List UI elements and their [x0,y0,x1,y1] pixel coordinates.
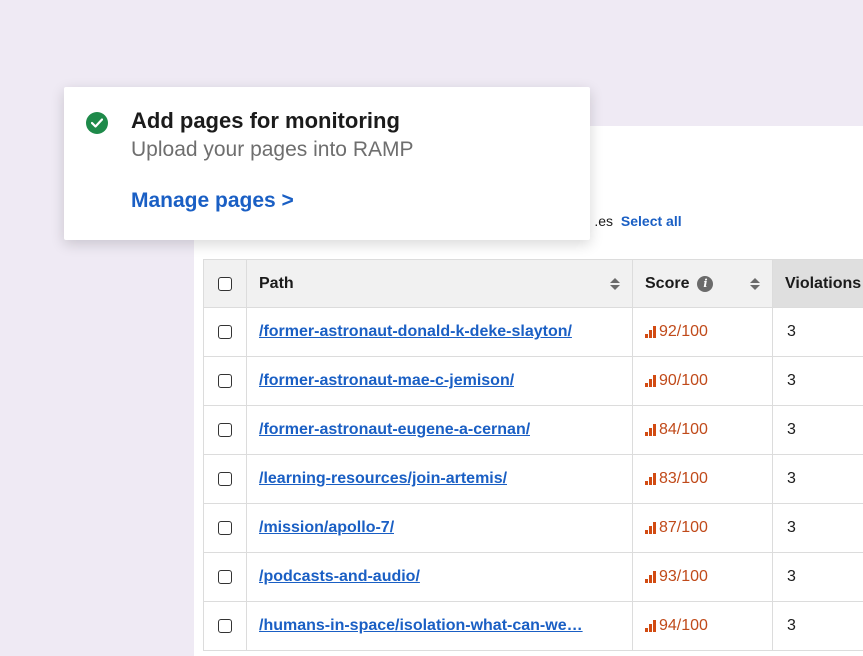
table-row: /mission/apollo-7/87/100 3 [203,503,863,553]
selection-note-text: es. [594,213,613,229]
sort-icon[interactable] [610,277,620,290]
violations-cell: 3 [772,356,863,406]
bar-chart-icon [645,473,656,485]
header-path[interactable]: Path [246,259,633,308]
path-link[interactable]: /mission/apollo-7/ [259,519,394,537]
violations-cell: 3 [772,601,863,651]
path-cell: /humans-in-space/isolation-what-can-we… [246,601,633,651]
check-circle-icon [86,112,108,134]
score-value: 90/100 [645,372,708,390]
score-text: 94/100 [659,617,708,634]
bar-chart-icon [645,375,656,387]
violations-cell: 3 [772,405,863,455]
score-text: 93/100 [659,568,708,585]
bar-chart-icon [645,522,656,534]
score-text: 92/100 [659,323,708,340]
score-value: 84/100 [645,421,708,439]
score-value: 94/100 [645,617,708,635]
table-row: /podcasts-and-audio/93/100 3 [203,552,863,602]
selection-note: es. Select all [593,213,682,229]
score-text: 90/100 [659,372,708,389]
score-text: 84/100 [659,421,708,438]
row-checkbox-cell [203,601,247,651]
row-checkbox[interactable] [218,472,232,486]
violations-cell: 3 [772,454,863,504]
path-link[interactable]: /learning-resources/join-artemis/ [259,470,507,488]
manage-pages-link[interactable]: Manage pages > [131,189,294,213]
row-checkbox[interactable] [218,521,232,535]
score-value: 93/100 [645,568,708,586]
path-link[interactable]: /humans-in-space/isolation-what-can-we… [259,617,583,635]
header-score[interactable]: Score i [632,259,773,308]
violations-count: 3 [787,519,796,536]
path-link[interactable]: /former-astronaut-donald-k-deke-slayton/ [259,323,572,341]
header-violations[interactable]: Violations [772,259,863,308]
table-row: /learning-resources/join-artemis/83/100 3 [203,454,863,504]
pages-table: Path Score i Violations /former-astronau… [203,259,863,651]
violations-cell: 3 [772,503,863,553]
score-value: 92/100 [645,323,708,341]
score-text: 83/100 [659,470,708,487]
path-cell: /former-astronaut-donald-k-deke-slayton/ [246,307,633,357]
row-checkbox-cell [203,552,247,602]
violations-count: 3 [787,323,796,340]
sort-icon[interactable] [750,277,760,290]
violations-count: 3 [787,617,796,634]
row-checkbox[interactable] [218,570,232,584]
score-cell: 90/100 [632,356,773,406]
row-checkbox-cell [203,503,247,553]
path-cell: /learning-resources/join-artemis/ [246,454,633,504]
table-row: /former-astronaut-donald-k-deke-slayton/… [203,307,863,357]
path-cell: /former-astronaut-mae-c-jemison/ [246,356,633,406]
path-link[interactable]: /podcasts-and-audio/ [259,568,420,586]
path-cell: /former-astronaut-eugene-a-cernan/ [246,405,633,455]
select-all-checkbox[interactable] [218,276,232,291]
info-icon[interactable]: i [697,275,714,292]
score-cell: 87/100 [632,503,773,553]
table-row: /former-astronaut-mae-c-jemison/90/100 3 [203,356,863,406]
row-checkbox[interactable] [218,374,232,388]
table-row: /former-astronaut-eugene-a-cernan/84/100… [203,405,863,455]
violations-count: 3 [787,568,796,585]
violations-count: 3 [787,372,796,389]
violations-cell: 3 [772,552,863,602]
row-checkbox[interactable] [218,423,232,437]
header-score-label: Score [645,274,690,292]
card-title: Add pages for monitoring [131,108,400,133]
row-checkbox-cell [203,405,247,455]
row-checkbox[interactable] [218,325,232,339]
score-cell: 92/100 [632,307,773,357]
score-cell: 93/100 [632,552,773,602]
score-cell: 94/100 [632,601,773,651]
path-cell: /mission/apollo-7/ [246,503,633,553]
path-cell: /podcasts-and-audio/ [246,552,633,602]
score-cell: 84/100 [632,405,773,455]
violations-count: 3 [787,470,796,487]
card-subtitle: Upload your pages into RAMP [131,138,414,161]
score-cell: 83/100 [632,454,773,504]
bar-chart-icon [645,326,656,338]
table-header-row: Path Score i Violations [203,259,863,308]
table-row: /humans-in-space/isolation-what-can-we… 9… [203,601,863,651]
path-link[interactable]: /former-astronaut-mae-c-jemison/ [259,372,514,390]
score-text: 87/100 [659,519,708,536]
bar-chart-icon [645,571,656,583]
row-checkbox-cell [203,356,247,406]
violations-count: 3 [787,421,796,438]
path-link[interactable]: /former-astronaut-eugene-a-cernan/ [259,421,530,439]
row-checkbox-cell [203,307,247,357]
score-value: 87/100 [645,519,708,537]
bar-chart-icon [645,620,656,632]
header-checkbox-cell [203,259,247,308]
row-checkbox-cell [203,454,247,504]
onboarding-card: Add pages for monitoring Upload your pag… [64,87,590,240]
header-violations-label: Violations [785,274,862,292]
header-path-label: Path [259,274,294,292]
row-checkbox[interactable] [218,619,232,633]
select-all-link[interactable]: Select all [621,213,682,229]
violations-cell: 3 [772,307,863,357]
bar-chart-icon [645,424,656,436]
score-value: 83/100 [645,470,708,488]
